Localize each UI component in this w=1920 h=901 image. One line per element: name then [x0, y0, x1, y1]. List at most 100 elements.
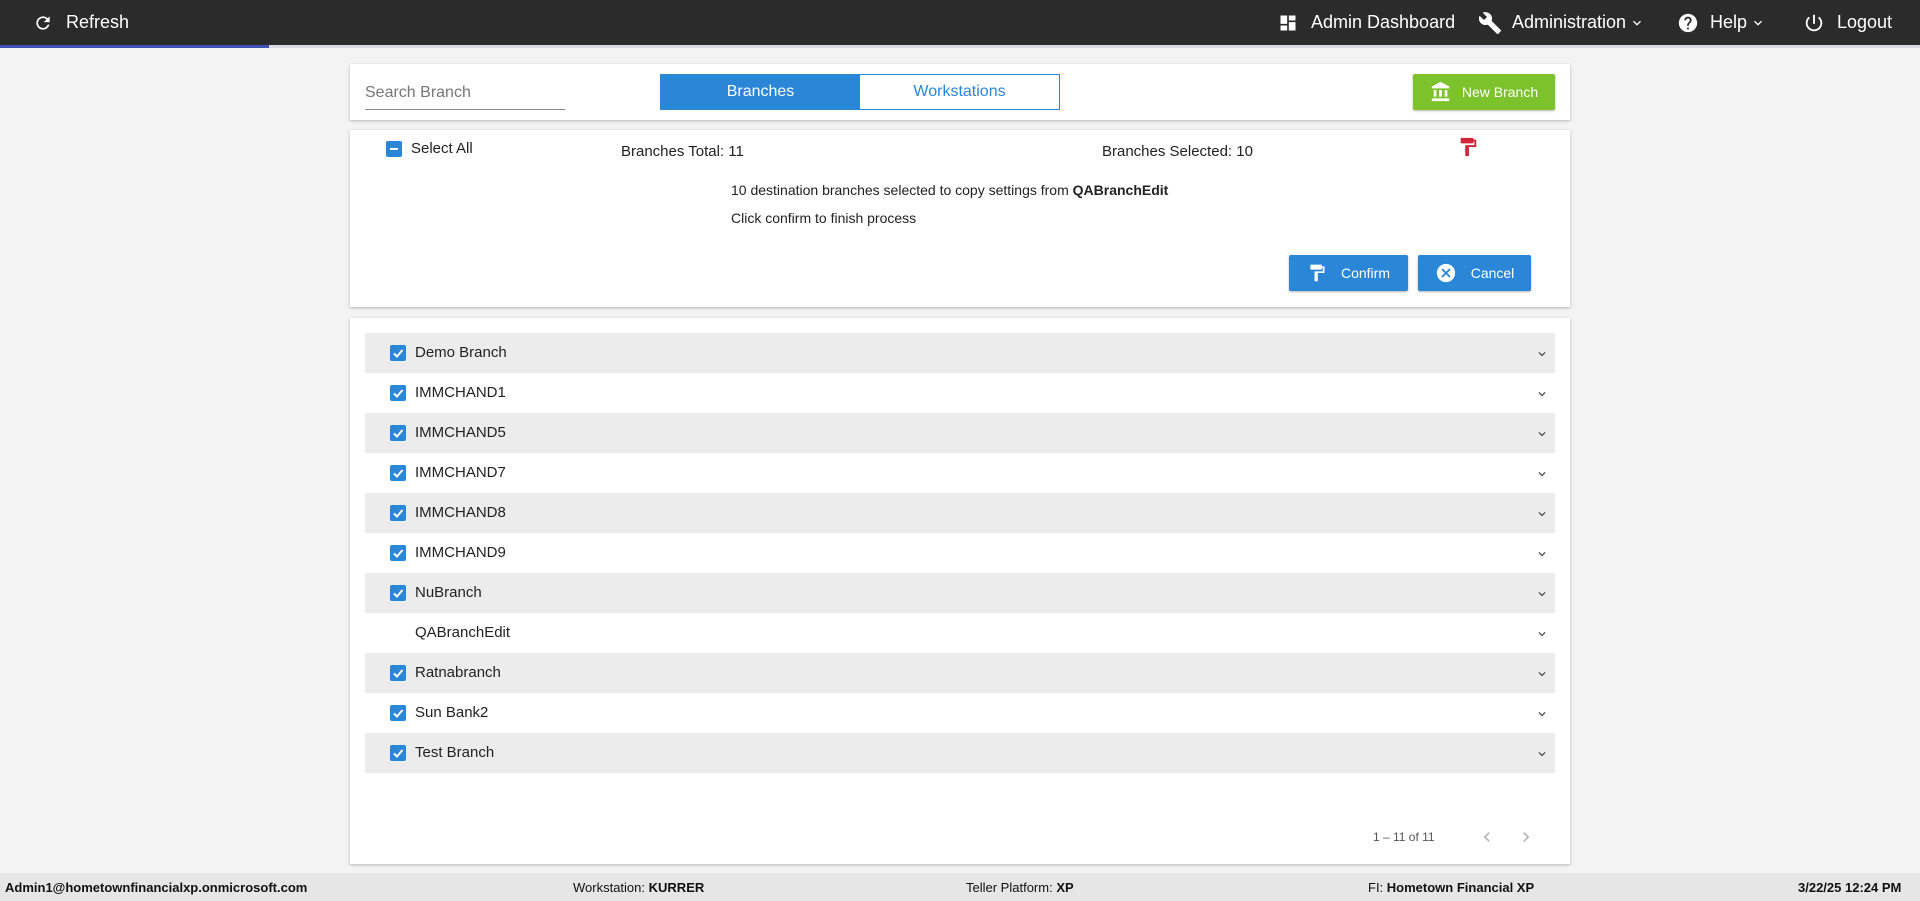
check-icon	[393, 709, 404, 718]
branch-name: IMMCHAND7	[415, 464, 506, 481]
fi-label: FI:	[1368, 880, 1384, 895]
expand-chevron-icon[interactable]	[1535, 707, 1549, 721]
help-menu[interactable]: Help	[1677, 0, 1766, 45]
new-branch-label: New Branch	[1461, 84, 1539, 100]
bank-icon	[1431, 81, 1450, 102]
branch-name: Ratnabranch	[415, 664, 501, 681]
branch-checkbox[interactable]	[390, 385, 406, 401]
expand-chevron-icon[interactable]	[1535, 547, 1549, 561]
next-page-button[interactable]	[1513, 824, 1539, 850]
chevron-left-icon	[1483, 832, 1490, 842]
check-icon	[393, 389, 404, 398]
copy-settings-panel: Select All Branches Total: 11 Branches S…	[350, 130, 1570, 307]
check-icon	[393, 349, 404, 358]
confirm-button[interactable]: Confirm	[1289, 255, 1408, 291]
cancel-label: Cancel	[1470, 265, 1515, 281]
admin-dashboard-label: Admin Dashboard	[1311, 12, 1456, 32]
branch-name: IMMCHAND5	[415, 424, 506, 441]
teller-platform-value: XP	[1056, 880, 1074, 895]
check-icon	[393, 469, 404, 478]
user-email: Admin1@hometownfinancialxp.onmicrosoft.c…	[5, 880, 308, 895]
new-branch-button[interactable]: New Branch	[1413, 74, 1555, 110]
logout-button[interactable]: Logout	[1803, 0, 1892, 45]
teller-platform-info: Teller Platform: XP	[966, 880, 1074, 895]
branch-row[interactable]: IMMCHAND9	[365, 533, 1555, 573]
branch-checkbox[interactable]	[390, 745, 406, 761]
expand-chevron-icon[interactable]	[1535, 467, 1549, 481]
branch-row[interactable]: IMMCHAND1	[365, 373, 1555, 413]
branch-name: Sun Bank2	[415, 704, 489, 721]
tab-branches[interactable]: Branches	[661, 75, 860, 109]
workstation-value: KURRER	[648, 880, 705, 895]
admin-dashboard-link[interactable]: Admin Dashboard	[1278, 0, 1455, 45]
branch-checkbox[interactable]	[390, 705, 406, 721]
cancel-circle-icon	[1436, 263, 1455, 283]
branch-checkbox[interactable]	[390, 665, 406, 681]
minus-icon	[390, 147, 398, 150]
check-icon	[393, 509, 404, 518]
tab-workstations[interactable]: Workstations	[860, 75, 1059, 109]
search-branch-input[interactable]	[365, 76, 565, 110]
help-icon	[1678, 13, 1698, 32]
branch-checkbox[interactable]	[390, 545, 406, 561]
confirm-label: Confirm	[1340, 265, 1390, 281]
branch-name: Test Branch	[415, 744, 495, 761]
chevron-down-icon	[1754, 20, 1763, 26]
branch-row[interactable]: IMMCHAND7	[365, 453, 1555, 493]
select-all-label: Select All	[411, 140, 473, 157]
indeterminate-checkbox	[386, 140, 402, 157]
branch-row[interactable]: IMMCHAND5	[365, 413, 1555, 453]
branch-checkbox[interactable]	[390, 465, 406, 481]
wrench-icon	[1478, 11, 1501, 34]
branch-checkbox[interactable]	[390, 345, 406, 361]
expand-chevron-icon[interactable]	[1535, 587, 1549, 601]
branch-row[interactable]: Sun Bank2	[365, 693, 1555, 733]
loading-progress-fill	[0, 45, 269, 48]
branch-row[interactable]: Demo Branch	[365, 333, 1555, 373]
expand-chevron-icon[interactable]	[1535, 667, 1549, 681]
branches-total: Branches Total: 11	[621, 143, 744, 160]
expand-chevron-icon[interactable]	[1535, 347, 1549, 361]
branch-name: Demo Branch	[415, 344, 507, 361]
refresh-button[interactable]: Refresh	[33, 0, 129, 45]
branch-row[interactable]: NuBranch	[365, 573, 1555, 613]
expand-chevron-icon[interactable]	[1535, 747, 1549, 761]
previous-page-button[interactable]	[1474, 824, 1500, 850]
signed-in-user: Admin1@hometownfinancialxp.onmicrosoft.c…	[5, 880, 307, 895]
expand-chevron-icon[interactable]	[1535, 627, 1549, 641]
branch-toolbar: Branches Workstations New Branch	[350, 64, 1570, 120]
expand-chevron-icon[interactable]	[1535, 427, 1549, 441]
select-all-checkbox[interactable]: Select All	[386, 140, 473, 157]
branch-name: IMMCHAND8	[415, 504, 506, 521]
date-time: 3/22/25 12:24 PM	[1798, 880, 1901, 895]
source-branch-name: QABranchEdit	[1072, 182, 1169, 198]
branch-checkbox[interactable]	[390, 585, 406, 601]
check-icon	[393, 749, 404, 758]
logout-label: Logout	[1837, 12, 1893, 32]
fi-value: Hometown Financial XP	[1386, 880, 1535, 895]
view-tabs: Branches Workstations	[660, 74, 1060, 110]
fi-info: FI: Hometown Financial XP	[1368, 880, 1534, 895]
check-icon	[393, 589, 404, 598]
branch-row[interactable]: QABranchEdit	[365, 613, 1555, 653]
check-icon	[393, 669, 404, 678]
branch-checkbox[interactable]	[390, 505, 406, 521]
administration-menu[interactable]: Administration	[1478, 0, 1645, 45]
branch-list-panel: Demo Branch IMMCHAND1 IMMCHAND5 IMMCHAND7 IM…	[350, 318, 1570, 864]
branch-row[interactable]: IMMCHAND8	[365, 493, 1555, 533]
administration-label: Administration	[1512, 12, 1627, 32]
chevron-down-icon	[1633, 20, 1642, 26]
branch-name: IMMCHAND9	[415, 544, 506, 561]
copy-message: 10 destination branches selected to copy…	[731, 182, 1168, 198]
teller-platform-label: Teller Platform:	[966, 880, 1053, 895]
branch-checkbox[interactable]	[390, 425, 406, 441]
format-paint-icon[interactable]	[1457, 135, 1479, 159]
expand-chevron-icon[interactable]	[1535, 387, 1549, 401]
chevron-right-icon	[1523, 832, 1530, 842]
status-bar: Admin1@hometownfinancialxp.onmicrosoft.c…	[0, 873, 1920, 901]
expand-chevron-icon[interactable]	[1535, 507, 1549, 521]
workstation-label: Workstation:	[573, 880, 646, 895]
branch-row[interactable]: Test Branch	[365, 733, 1555, 773]
cancel-button[interactable]: Cancel	[1418, 255, 1531, 291]
branch-row[interactable]: Ratnabranch	[365, 653, 1555, 693]
